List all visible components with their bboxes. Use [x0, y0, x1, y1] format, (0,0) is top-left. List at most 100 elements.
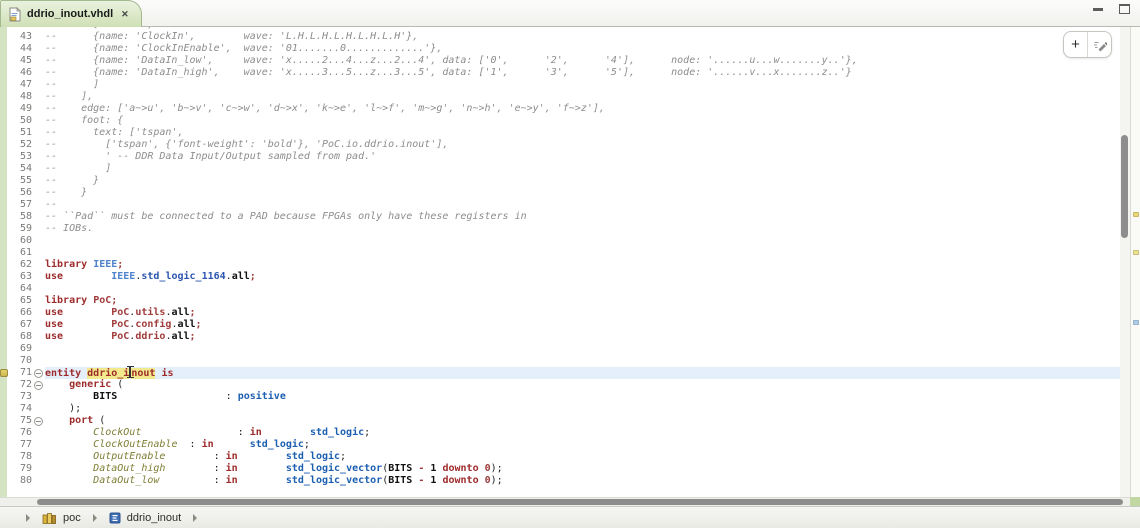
code-line[interactable]: 57 --: [7, 199, 1120, 211]
code-text[interactable]: --: [45, 199, 1120, 211]
close-icon[interactable]: ✕: [121, 9, 129, 19]
code-line[interactable]: 49 -- edge: ['a~>u', 'b~>v', 'c~>w', 'd~>…: [7, 103, 1120, 115]
overview-annotation-mark[interactable]: [1133, 320, 1139, 325]
minimize-button[interactable]: [1093, 4, 1103, 11]
code-line[interactable]: 77 ClockOutEnable : in std_logic;: [7, 439, 1120, 451]
vertical-scrollbar-thumb[interactable]: [1121, 135, 1128, 238]
editor-tab[interactable]: ddrio_inout.vhdl ✕: [0, 0, 142, 27]
code-text[interactable]: ClockOutEnable : in std_logic;: [45, 439, 1120, 451]
chevron-right-icon[interactable]: [92, 513, 97, 522]
code-line[interactable]: 59 -- IOBs.: [7, 223, 1120, 235]
code-text[interactable]: -- {name: 'DataIn_high', wave: 'x.....3.…: [45, 67, 1120, 79]
code-text[interactable]: -- }: [45, 175, 1120, 187]
code-line[interactable]: 58 -- ``Pad`` must be connected to a PAD …: [7, 211, 1120, 223]
code-line[interactable]: 43 -- {name: 'ClockIn', wave: 'L.H.L.H.L.…: [7, 31, 1120, 43]
code-line[interactable]: 71 entity ddrio_i nout is: [7, 366, 1120, 379]
code-text[interactable]: BITS : positive: [45, 391, 1120, 403]
code-line[interactable]: 46 -- {name: 'DataIn_high', wave: 'x.....…: [7, 67, 1120, 79]
overview-ruler[interactable]: [1130, 27, 1140, 497]
code-text[interactable]: -- ],: [45, 91, 1120, 103]
breadcrumb-item-poc[interactable]: poc: [42, 512, 81, 524]
collapse-icon[interactable]: [34, 381, 43, 390]
code-line[interactable]: 79 DataOut_high : in std_logic_vector(BI…: [7, 463, 1120, 475]
chevron-right-icon[interactable]: [193, 513, 198, 522]
code-text[interactable]: -- ['tspan', {'font-weight': 'bold'}, 'P…: [45, 139, 1120, 151]
code-text[interactable]: use PoC.utils.all;: [45, 307, 1120, 319]
code-text[interactable]: [45, 247, 1120, 259]
code-line[interactable]: 76 ClockOut : in std_logic;: [7, 427, 1120, 439]
code-text[interactable]: -- foot: {: [45, 115, 1120, 127]
code-text[interactable]: library IEEE;: [45, 259, 1120, 271]
code-line[interactable]: 52 -- ['tspan', {'font-weight': 'bold'}, …: [7, 139, 1120, 151]
code-line[interactable]: 67 use PoC.config.all;: [7, 319, 1120, 331]
annotate-button[interactable]: [1087, 32, 1111, 57]
code-text[interactable]: [45, 235, 1120, 247]
code-line[interactable]: 48 -- ],: [7, 91, 1120, 103]
code-text[interactable]: [45, 343, 1120, 355]
code-text[interactable]: -- edge: ['a~>u', 'b~>v', 'c~>w', 'd~>x'…: [45, 103, 1120, 115]
code-text[interactable]: entity ddrio_i nout is: [45, 366, 1120, 379]
code-line[interactable]: 70: [7, 355, 1120, 367]
code-line[interactable]: 44 -- {name: 'ClockInEnable', wave: '01..…: [7, 43, 1120, 55]
code-line[interactable]: 64: [7, 283, 1120, 295]
horizontal-scrollbar[interactable]: [0, 497, 1140, 506]
code-text[interactable]: -- }: [45, 187, 1120, 199]
code-text[interactable]: port (: [45, 415, 1120, 427]
vertical-scrollbar[interactable]: [1120, 27, 1130, 497]
code-text[interactable]: -- ]: [45, 163, 1120, 175]
code-line[interactable]: 68 use PoC.ddrio.all;: [7, 331, 1120, 343]
code-line[interactable]: 45 -- {name: 'DataIn_low', wave: 'x.....2…: [7, 55, 1120, 67]
collapse-icon[interactable]: [34, 417, 43, 426]
code-line[interactable]: 47 -- ]: [7, 79, 1120, 91]
code-line[interactable]: 61: [7, 247, 1120, 259]
code-text[interactable]: -- ``Pad`` must be connected to a PAD be…: [45, 211, 1120, 223]
code-line[interactable]: 73 BITS : positive: [7, 391, 1120, 403]
code-line[interactable]: 80 DataOut_low : in std_logic_vector(BIT…: [7, 475, 1120, 487]
code-text[interactable]: -- {name: 'ClockInEnable', wave: '01....…: [45, 43, 1120, 55]
maximize-button[interactable]: [1119, 4, 1130, 14]
code-text[interactable]: -- text: ['tspan',: [45, 127, 1120, 139]
chevron-right-icon[interactable]: [26, 513, 30, 522]
code-text[interactable]: ClockOut : in std_logic;: [45, 427, 1120, 439]
code-text[interactable]: [45, 355, 1120, 367]
breadcrumb-item-entity[interactable]: ddrio_inout: [109, 512, 181, 524]
horizontal-scrollbar-thumb[interactable]: [37, 499, 1123, 505]
code-text[interactable]: -- ' -- DDR Data Input/Output sampled fr…: [45, 151, 1120, 163]
code-line[interactable]: 62 library IEEE;: [7, 259, 1120, 271]
code-line[interactable]: 65 library PoC;: [7, 295, 1120, 307]
code-line[interactable]: 78 OutputEnable : in std_logic;: [7, 451, 1120, 463]
code-line[interactable]: 72 generic (: [7, 379, 1120, 391]
code-text[interactable]: -- {name: 'ClockIn', wave: 'L.H.L.H.L.H.…: [45, 31, 1120, 43]
overview-annotation-mark[interactable]: [1133, 212, 1139, 217]
code-line[interactable]: 56 -- }: [7, 187, 1120, 199]
code-text[interactable]: -- ]: [45, 79, 1120, 91]
code-text[interactable]: -- IOBs.: [45, 223, 1120, 235]
code-text[interactable]: );: [45, 403, 1120, 415]
overview-annotation-mark[interactable]: [1133, 250, 1139, 255]
code-editor[interactable]: 42-- ['DataIn',43-- {name: 'ClockIn', wa…: [0, 27, 1140, 497]
code-text[interactable]: DataOut_low : in std_logic_vector(BITS -…: [45, 475, 1120, 487]
code-text[interactable]: use IEEE.std_logic_1164.all;: [45, 271, 1120, 283]
code-line[interactable]: 66 use PoC.utils.all;: [7, 307, 1120, 319]
code-line[interactable]: 75 port (: [7, 415, 1120, 427]
code-text[interactable]: use PoC.ddrio.all;: [45, 331, 1120, 343]
code-line[interactable]: 50 -- foot: {: [7, 115, 1120, 127]
code-line[interactable]: 55 -- }: [7, 175, 1120, 187]
code-text[interactable]: [45, 283, 1120, 295]
code-line[interactable]: 54 -- ]: [7, 163, 1120, 175]
code-text[interactable]: -- {name: 'DataIn_low', wave: 'x.....2..…: [45, 55, 1120, 67]
code-line[interactable]: 63 use IEEE.std_logic_1164.all;: [7, 271, 1120, 283]
code-text[interactable]: library PoC;: [45, 295, 1120, 307]
collapse-icon[interactable]: [34, 369, 43, 378]
code-line[interactable]: 51 -- text: ['tspan',: [7, 127, 1120, 139]
code-line[interactable]: 60: [7, 235, 1120, 247]
code-text[interactable]: use PoC.config.all;: [45, 319, 1120, 331]
code-text[interactable]: generic (: [45, 379, 1120, 391]
line-number: 77: [19, 439, 32, 450]
add-button[interactable]: +: [1064, 32, 1087, 57]
code-line[interactable]: 74 );: [7, 403, 1120, 415]
code-text[interactable]: DataOut_high : in std_logic_vector(BITS …: [45, 463, 1120, 475]
code-line[interactable]: 53 -- ' -- DDR Data Input/Output sampled …: [7, 151, 1120, 163]
code-text[interactable]: OutputEnable : in std_logic;: [45, 451, 1120, 463]
code-line[interactable]: 69: [7, 343, 1120, 355]
